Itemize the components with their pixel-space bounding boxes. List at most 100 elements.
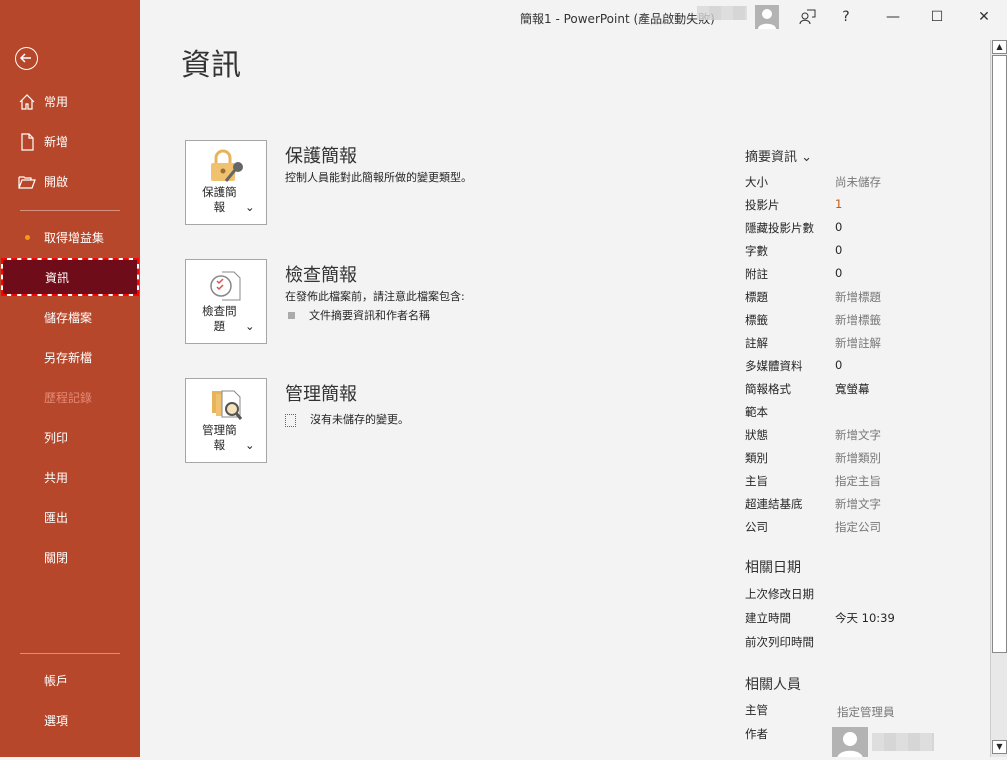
property-label: 標題: [745, 290, 768, 304]
bullet-square-icon: [288, 312, 295, 319]
sidebar-item-info[interactable]: 資訊: [1, 258, 139, 296]
author-avatar: [832, 727, 868, 759]
section-heading: 檢查簡報: [285, 265, 357, 286]
chevron-down-icon: ⌄: [245, 319, 255, 333]
vertical-scrollbar[interactable]: ▲ ▼: [990, 40, 1007, 757]
sidebar-item-account[interactable]: 帳戶: [0, 660, 140, 700]
button-label: 管理簡報: [202, 423, 237, 452]
scrollbar-thumb[interactable]: [992, 55, 1007, 653]
related-dates-heading: 相關日期: [745, 560, 801, 576]
property-value: 0: [835, 220, 843, 234]
sidebar-item-label: 新增: [44, 134, 69, 149]
person-icon: [837, 732, 863, 759]
maximize-button[interactable]: ☐: [926, 6, 948, 28]
sidebar-item-history: 歷程記錄: [0, 377, 140, 417]
scroll-down-button[interactable]: ▼: [992, 740, 1007, 754]
sidebar-item-new[interactable]: 新增: [0, 121, 140, 161]
property-value[interactable]: 新增標題: [835, 289, 881, 305]
property-label: 範本: [745, 405, 768, 419]
page-title: 資訊: [181, 48, 241, 83]
sidebar-item-share[interactable]: 共用: [0, 457, 140, 497]
scroll-up-button[interactable]: ▲: [992, 40, 1007, 54]
title-bar: 簡報1 - PowerPoint (產品啟動失敗) ? — ☐ ✕: [140, 0, 1007, 34]
bullet-item: 文件摘要資訊和作者名稱: [288, 307, 430, 323]
property-value: 1: [835, 197, 843, 211]
coauthor-icon: [799, 9, 816, 25]
property-label: 多媒體資料: [745, 359, 803, 373]
property-value: 0: [835, 243, 843, 257]
person-icon: [758, 9, 776, 29]
blurred-author-name: [872, 733, 934, 751]
comments-button[interactable]: [796, 6, 818, 28]
sidebar-item-export[interactable]: 匯出: [0, 497, 140, 537]
property-label: 作者: [745, 727, 768, 741]
sidebar-item-label: 常用: [44, 94, 69, 109]
property-value[interactable]: 新增註解: [835, 335, 881, 351]
sidebar-item-save-as[interactable]: 另存新檔: [0, 337, 140, 377]
button-label: 保護簡報: [202, 185, 237, 214]
back-button[interactable]: [15, 47, 38, 70]
home-icon: [19, 94, 35, 110]
property-label: 大小: [745, 175, 768, 189]
property-label: 公司: [745, 520, 768, 534]
check-issues-button[interactable]: 檢查問題 ⌄: [185, 259, 267, 344]
user-avatar[interactable]: [755, 5, 779, 29]
property-label: 類別: [745, 451, 768, 465]
sidebar-divider: [20, 210, 120, 211]
sidebar-item-label: 匯出: [44, 510, 69, 525]
property-value: 寬螢幕: [835, 382, 870, 396]
sidebar-item-label: 關閉: [44, 550, 69, 565]
bullet-text: 文件摘要資訊和作者名稱: [309, 309, 430, 322]
inspect-document-icon: [210, 271, 241, 301]
property-label: 前次列印時間: [745, 635, 814, 649]
protect-presentation-button[interactable]: 保護簡報 ⌄: [185, 140, 267, 225]
property-label: 建立時間: [745, 611, 791, 625]
property-value[interactable]: 指定公司: [835, 519, 881, 535]
sidebar-item-label: 資訊: [45, 270, 70, 285]
property-value[interactable]: 新增類別: [835, 450, 881, 466]
sidebar-item-label: 列印: [44, 430, 69, 445]
property-value[interactable]: 指定主旨: [835, 473, 881, 489]
sidebar-item-label: 選項: [44, 713, 69, 728]
blurred-username: [697, 6, 747, 20]
property-label: 狀態: [745, 428, 768, 442]
property-value[interactable]: 新增標籤: [835, 312, 881, 328]
property-label: 投影片: [745, 198, 780, 212]
sidebar-item-home[interactable]: 常用: [0, 81, 140, 121]
window-title: 簡報1 - PowerPoint (產品啟動失敗): [520, 12, 715, 26]
sidebar-item-get-addins[interactable]: 取得增益集: [0, 217, 140, 257]
close-button[interactable]: ✕: [973, 6, 995, 28]
property-value: 今天 10:39: [835, 611, 895, 625]
property-label: 註解: [745, 336, 768, 350]
section-description: 控制人員能對此簡報所做的變更類型。: [285, 171, 472, 184]
properties-dropdown[interactable]: 摘要資訊 ⌄: [745, 146, 812, 165]
sidebar-item-save[interactable]: 儲存檔案: [0, 297, 140, 337]
document-dotted-icon: [285, 413, 296, 427]
property-label: 字數: [745, 244, 768, 258]
help-button[interactable]: ?: [835, 6, 857, 28]
manage-versions-icon: [212, 390, 243, 420]
property-value[interactable]: 新增文字: [835, 427, 881, 443]
sidebar-item-label: 共用: [44, 470, 69, 485]
add-manager-field[interactable]: 指定管理員: [837, 704, 895, 720]
sidebar-item-open[interactable]: 開啟: [0, 161, 140, 201]
section-heading: 管理簡報: [285, 384, 357, 405]
chevron-down-icon: ⌄: [245, 438, 255, 452]
folder-open-icon: [18, 176, 36, 189]
section-heading: 保護簡報: [285, 146, 357, 167]
sidebar-item-close[interactable]: 關閉: [0, 537, 140, 577]
section-description: 沒有未儲存的變更。: [310, 413, 409, 426]
sidebar-divider: [20, 653, 120, 654]
sidebar-item-print[interactable]: 列印: [0, 417, 140, 457]
property-label: 主管: [745, 703, 768, 717]
minimize-button[interactable]: —: [882, 6, 904, 28]
property-value: 0: [835, 266, 843, 280]
no-changes-item: 沒有未儲存的變更。: [285, 411, 409, 427]
sidebar-item-options[interactable]: 選項: [0, 700, 140, 740]
manage-presentation-button[interactable]: 管理簡報 ⌄: [185, 378, 267, 463]
property-label: 隱藏投影片數: [745, 221, 814, 235]
dot-icon: [25, 235, 30, 240]
related-people-heading: 相關人員: [745, 677, 801, 693]
backstage-sidebar: 常用 新增 開啟 取得增益集 資訊 儲存檔案 另存新檔 歷程記錄 列印 共用 匯…: [0, 0, 140, 757]
property-value[interactable]: 新增文字: [835, 496, 881, 512]
